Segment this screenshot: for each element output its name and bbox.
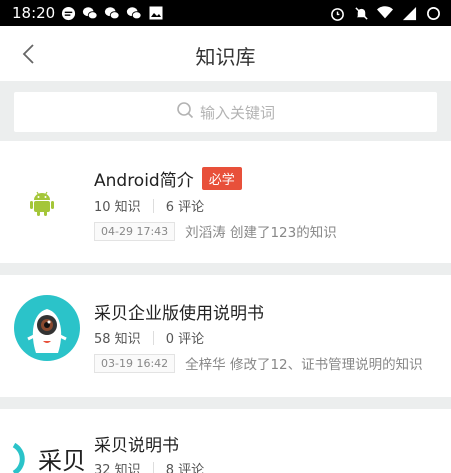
- wechat-icon: [126, 5, 142, 21]
- card-activity: 03-19 16:42 全梓华 修改了12、证书管理说明的知识: [94, 353, 423, 373]
- card-title-row: Android简介 必学: [94, 166, 242, 191]
- divider: [152, 461, 154, 473]
- card-counts: 58 知识 0 评论: [94, 328, 204, 347]
- knowledge-base-item[interactable]: 采贝企业版使用说明书 58 知识 0 评论 03-19 16:42 全梓华 修改…: [0, 275, 451, 397]
- comment-count: 0 评论: [165, 332, 205, 347]
- card-title-row: 采贝企业版使用说明书: [94, 299, 264, 324]
- battery-icon: [425, 5, 441, 21]
- status-bar: 18:20: [0, 0, 451, 26]
- signal-icon: [401, 5, 417, 21]
- divider: [152, 330, 154, 345]
- android-icon: [28, 189, 56, 217]
- mute-icon: [353, 5, 369, 21]
- timestamp: 04-29 17:43: [94, 221, 176, 241]
- caibei-logo: 采贝: [12, 439, 86, 473]
- knowledge-count: 58 知识: [94, 332, 141, 347]
- card-title: Android简介: [94, 171, 194, 191]
- search-area: 输入关键词: [0, 81, 451, 141]
- knowledge-base-item[interactable]: Android简介 必学 10 知识 6 评论 04-29 17:43 刘滔涛 …: [0, 141, 451, 263]
- card-title: 采贝企业版使用说明书: [94, 304, 264, 324]
- activity-text: 刘滔涛 创建了123的知识: [185, 225, 337, 241]
- search-input[interactable]: 输入关键词: [14, 92, 437, 132]
- wechat-icon: [82, 5, 98, 21]
- comment-count: 8 评论: [165, 463, 205, 473]
- activity-text: 全梓华 修改了12、证书管理说明的知识: [185, 357, 423, 373]
- divider: [0, 263, 451, 275]
- card-counts: 10 知识 6 评论: [94, 196, 204, 215]
- page-title: 知识库: [195, 45, 256, 69]
- wifi-icon: [377, 5, 393, 21]
- card-activity: 04-29 17:43 刘滔涛 创建了123的知识: [94, 221, 337, 241]
- search-placeholder: 输入关键词: [199, 103, 275, 122]
- search-icon: [176, 101, 194, 123]
- image-icon: [148, 5, 164, 21]
- required-tag: 必学: [201, 167, 242, 190]
- header-bar: 知识库: [0, 26, 451, 81]
- mascot-icon: [14, 295, 80, 361]
- system-icons: [329, 5, 441, 21]
- divider: [0, 397, 451, 409]
- notification-icons: [60, 5, 164, 21]
- message-icon: [60, 5, 76, 21]
- knowledge-base-item[interactable]: 采贝 采贝说明书 32 知识 8 评论: [0, 409, 451, 473]
- svg-text:采贝: 采贝: [38, 447, 84, 473]
- divider: [152, 198, 154, 213]
- timestamp: 03-19 16:42: [94, 353, 176, 373]
- card-title: 采贝说明书: [94, 436, 179, 456]
- wechat-icon: [104, 5, 120, 21]
- knowledge-count: 10 知识: [94, 200, 141, 215]
- card-title-row: 采贝说明书: [94, 431, 179, 456]
- alarm-icon: [329, 5, 345, 21]
- comment-count: 6 评论: [165, 200, 205, 215]
- knowledge-count: 32 知识: [94, 463, 141, 473]
- card-counts: 32 知识 8 评论: [94, 459, 204, 473]
- status-time: 18:20: [12, 4, 56, 22]
